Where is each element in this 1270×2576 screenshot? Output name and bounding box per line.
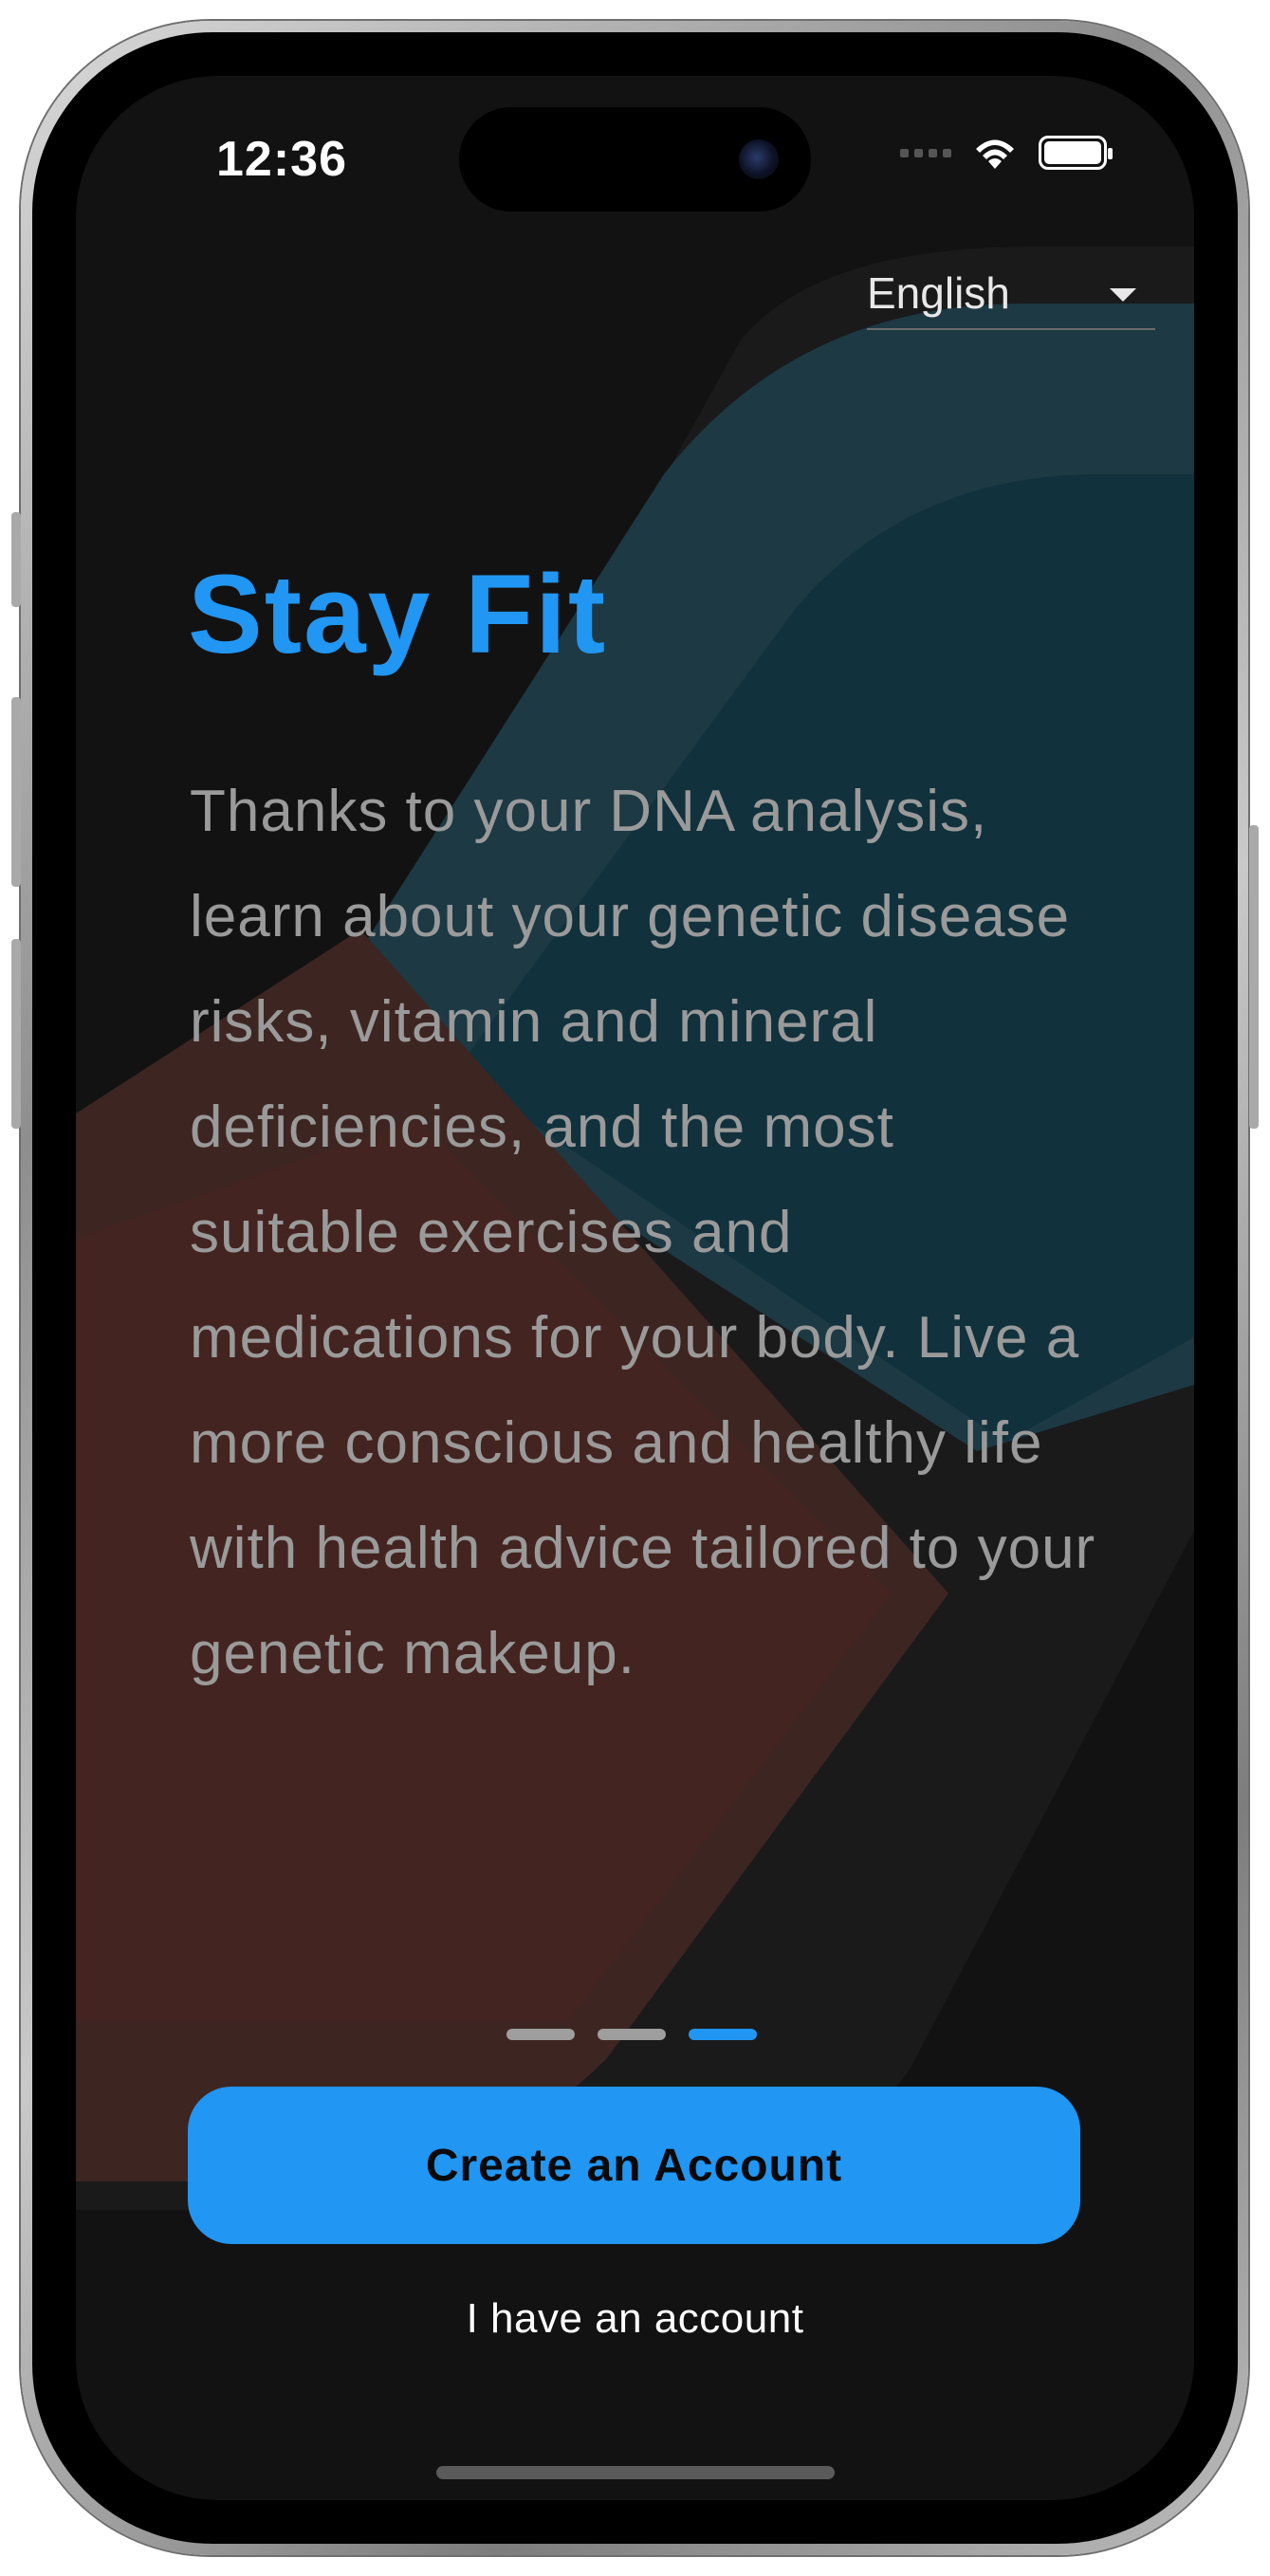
status-icons	[900, 135, 1113, 171]
volume-down-button	[11, 939, 21, 1129]
battery-icon	[1039, 136, 1113, 170]
language-select-value: English	[867, 268, 1010, 318]
cellular-icon	[900, 148, 951, 157]
language-select[interactable]: English	[867, 264, 1155, 330]
caret-down-icon	[1110, 288, 1136, 302]
app-screen: 12:36 English Stay Fit Thanks to your DN…	[76, 76, 1194, 2500]
volume-up-button	[11, 697, 21, 887]
onboarding-description: Thanks to your DNA analysis, learn about…	[190, 779, 1096, 1686]
page-indicator	[506, 2029, 757, 2040]
action-button	[11, 512, 21, 607]
power-button	[1249, 825, 1259, 1129]
page-indicator-dot-2[interactable]	[598, 2029, 666, 2040]
wifi-icon	[976, 139, 1014, 169]
front-camera-icon	[739, 139, 779, 179]
dynamic-island	[459, 107, 811, 212]
status-time: 12:36	[216, 132, 347, 187]
page-indicator-dot-3[interactable]	[689, 2029, 757, 2040]
home-indicator[interactable]	[436, 2466, 835, 2479]
create-account-button[interactable]: Create an Account	[188, 2087, 1080, 2244]
login-link[interactable]: I have an account	[76, 2295, 1194, 2343]
onboarding-title: Stay Fit	[188, 552, 608, 677]
page-indicator-dot-1[interactable]	[506, 2029, 575, 2040]
